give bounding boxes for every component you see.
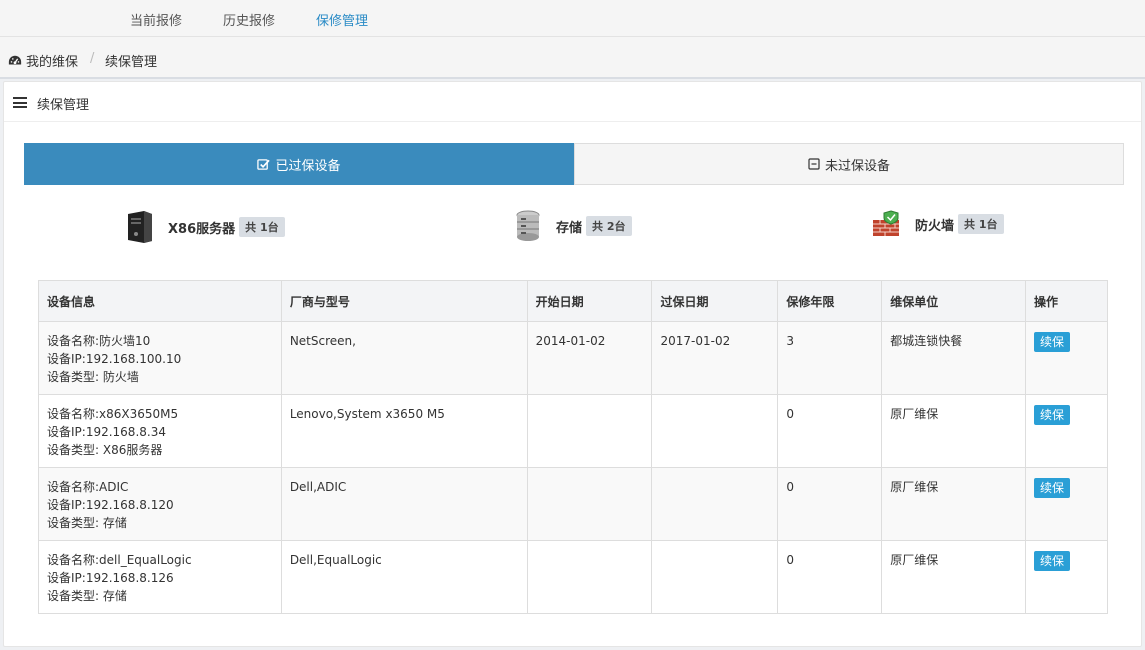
firewall-icon <box>873 210 899 236</box>
device-ip: 设备IP:192.168.8.120 <box>47 498 174 512</box>
category-count-badge: 共 1台 <box>958 214 1004 234</box>
table-row: 设备名称:防火墙10 设备IP:192.168.100.10 设备类型: 防火墙… <box>38 321 1108 395</box>
table-header-row: 设备信息 厂商与型号 开始日期 过保日期 保修年限 维保单位 操作 <box>38 280 1108 322</box>
table-row: 设备名称:ADIC 设备IP:192.168.8.120 设备类型: 存储 De… <box>38 467 1108 541</box>
expire-date-cell <box>651 394 779 468</box>
expire-date-cell <box>651 467 779 541</box>
service-unit-cell: 都城连锁快餐 <box>881 321 1027 395</box>
column-header-action: 操作 <box>1025 280 1108 322</box>
device-type: 设备类型: X86服务器 <box>47 443 163 457</box>
table-row: 设备名称:dell_EqualLogic 设备IP:192.168.8.126 … <box>38 540 1108 614</box>
tab-current-repair[interactable]: 当前报修 <box>130 10 182 29</box>
device-info-cell: 设备名称:x86X3650M5 设备IP:192.168.8.34 设备类型: … <box>38 394 282 468</box>
warranty-years-cell: 0 <box>777 467 883 541</box>
column-header-service-unit: 维保单位 <box>881 280 1027 322</box>
tab-history-repair[interactable]: 历史报修 <box>223 10 275 29</box>
device-info-cell: 设备名称:ADIC 设备IP:192.168.8.120 设备类型: 存储 <box>38 467 282 541</box>
top-nav: 当前报修 历史报修 保修管理 <box>0 0 1145 37</box>
category-count-badge: 共 1台 <box>239 217 285 237</box>
category-firewall[interactable]: 防火墙 共 1台 <box>871 210 1004 238</box>
service-unit-cell: 原厂维保 <box>881 394 1027 468</box>
device-ip: 设备IP:192.168.8.126 <box>47 571 174 585</box>
tab-expired-devices-label: 已过保设备 <box>275 158 341 174</box>
category-storage[interactable]: 存储 共 2台 <box>514 210 632 242</box>
vendor-cell: NetScreen, <box>280 321 528 395</box>
device-type: 设备类型: 防火墙 <box>47 370 139 384</box>
category-name: 存储 <box>556 220 583 236</box>
breadcrumb-current: 续保管理 <box>105 55 158 70</box>
tab-unexpired-devices[interactable]: 未过保设备 <box>574 143 1124 185</box>
column-header-vendor-model: 厂商与型号 <box>280 280 528 322</box>
tab-unexpired-devices-label: 未过保设备 <box>824 158 890 174</box>
main-panel: 续保管理 已过保设备 未过保设备 X86服务器 共 1台 存储 共 2台 防火墙… <box>3 81 1142 647</box>
tab-warranty-management[interactable]: 保修管理 <box>316 10 368 29</box>
table-row: 设备名称:x86X3650M5 设备IP:192.168.8.34 设备类型: … <box>38 394 1108 468</box>
breadcrumb: 我的维保 / 续保管理 <box>0 37 1145 79</box>
renew-button[interactable]: 续保 <box>1034 551 1071 571</box>
vendor-cell: Dell,ADIC <box>280 467 528 541</box>
category-name: 防火墙 <box>915 218 955 234</box>
panel-header: 续保管理 <box>4 82 1141 122</box>
expire-date-cell <box>651 540 779 614</box>
category-count-badge: 共 2台 <box>586 216 632 236</box>
breadcrumb-home[interactable]: 我的维保 <box>8 51 78 70</box>
column-header-device-info: 设备信息 <box>38 280 282 322</box>
device-ip: 设备IP:192.168.100.10 <box>47 352 182 366</box>
action-cell: 续保 <box>1025 321 1108 395</box>
breadcrumb-separator: / <box>90 51 95 66</box>
service-unit-cell: 原厂维保 <box>881 467 1027 541</box>
start-date-cell <box>526 467 653 541</box>
device-ip: 设备IP:192.168.8.34 <box>47 425 166 439</box>
warranty-years-cell: 3 <box>777 321 883 395</box>
checkbox-checked-icon <box>257 158 271 170</box>
action-cell: 续保 <box>1025 467 1108 541</box>
category-x86-server[interactable]: X86服务器 共 1台 <box>126 210 285 244</box>
category-name: X86服务器 <box>168 221 236 237</box>
list-icon <box>13 97 27 108</box>
device-name: 设备名称:防火墙10 <box>47 334 151 348</box>
device-type: 设备类型: 存储 <box>47 516 127 530</box>
device-name: 设备名称:dell_EqualLogic <box>47 553 192 567</box>
device-table: 设备信息 厂商与型号 开始日期 过保日期 保修年限 维保单位 操作 设备名称:防… <box>38 280 1108 614</box>
action-cell: 续保 <box>1025 540 1108 614</box>
vendor-cell: Lenovo,System x3650 M5 <box>280 394 528 468</box>
service-unit-cell: 原厂维保 <box>881 540 1027 614</box>
column-header-start-date: 开始日期 <box>526 280 653 322</box>
dashboard-icon <box>8 55 22 64</box>
device-name: 设备名称:x86X3650M5 <box>47 407 179 421</box>
renew-button[interactable]: 续保 <box>1034 405 1071 425</box>
device-name: 设备名称:ADIC <box>47 480 129 494</box>
breadcrumb-home-label: 我的维保 <box>26 55 79 70</box>
start-date-cell: 2014-01-02 <box>526 321 653 395</box>
warranty-years-cell: 0 <box>777 540 883 614</box>
start-date-cell <box>526 394 653 468</box>
panel-title: 续保管理 <box>37 98 90 113</box>
server-icon <box>128 211 152 243</box>
minus-square-icon <box>808 158 820 170</box>
column-header-expire-date: 过保日期 <box>651 280 779 322</box>
start-date-cell <box>526 540 653 614</box>
vendor-cell: Dell,EqualLogic <box>280 540 528 614</box>
expire-date-cell: 2017-01-02 <box>651 321 779 395</box>
storage-icon <box>516 210 540 241</box>
column-header-warranty-years: 保修年限 <box>777 280 883 322</box>
device-info-cell: 设备名称:dell_EqualLogic 设备IP:192.168.8.126 … <box>38 540 282 614</box>
warranty-years-cell: 0 <box>777 394 883 468</box>
tab-expired-devices[interactable]: 已过保设备 <box>24 143 574 185</box>
device-type: 设备类型: 存储 <box>47 589 127 603</box>
renew-button[interactable]: 续保 <box>1034 332 1071 352</box>
action-cell: 续保 <box>1025 394 1108 468</box>
device-info-cell: 设备名称:防火墙10 设备IP:192.168.100.10 设备类型: 防火墙 <box>38 321 282 395</box>
renew-button[interactable]: 续保 <box>1034 478 1071 498</box>
